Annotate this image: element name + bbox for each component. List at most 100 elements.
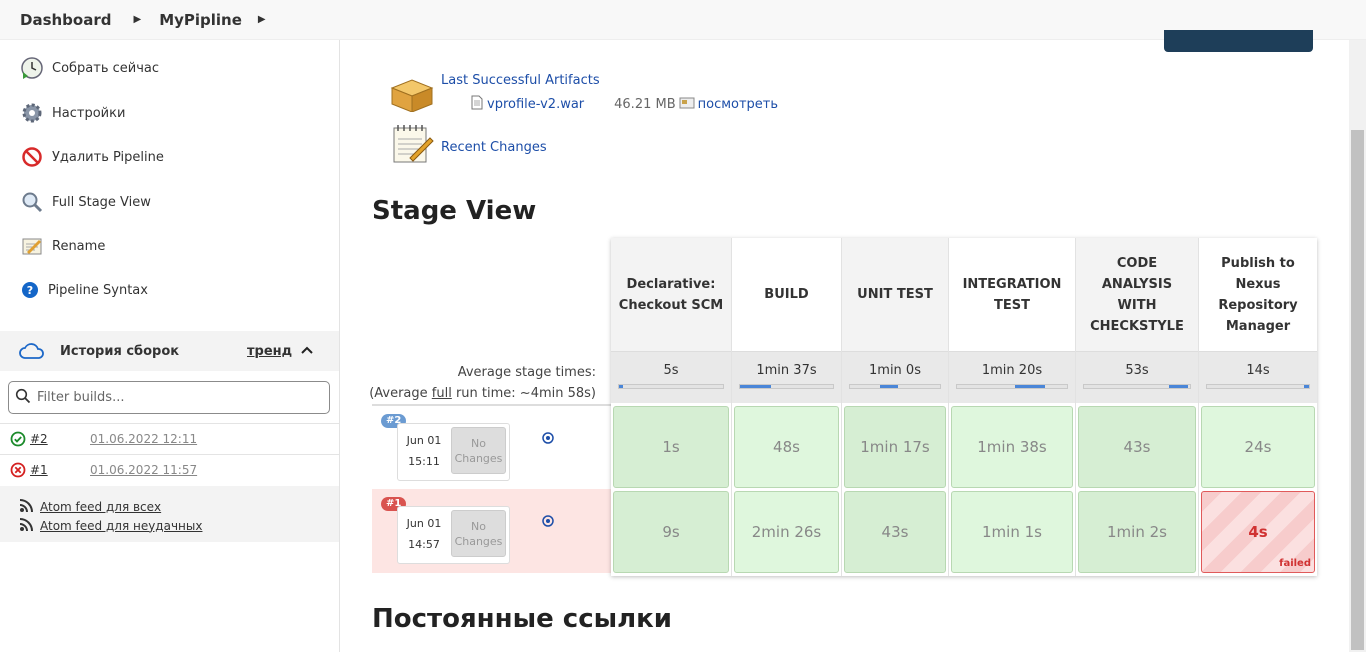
stage-cell[interactable]: 2min 26s <box>734 491 839 573</box>
filter-builds-input[interactable] <box>37 390 317 405</box>
build-number-link[interactable]: #1 <box>30 463 48 477</box>
recent-changes[interactable]: Recent Changes <box>390 123 547 171</box>
stage-average: 53s <box>1076 351 1198 403</box>
full-run-link[interactable]: full <box>432 386 452 401</box>
breadcrumb-dashboard[interactable]: Dashboard <box>20 11 111 29</box>
file-icon <box>471 95 483 114</box>
no-changes-badge: No Changes <box>451 510 506 557</box>
stage-duration: 1min 1s <box>982 523 1042 541</box>
atom-feed-failed[interactable]: Atom feed для неудачных <box>18 515 202 536</box>
notepad-icon <box>20 234 44 258</box>
filter-builds-field[interactable] <box>8 381 330 414</box>
info-circle-icon[interactable] <box>542 515 554 531</box>
stage-duration: 24s <box>1244 438 1272 456</box>
atom-feed-all[interactable]: Atom feed для всех <box>18 496 161 517</box>
sidebar-item-full-stage-view[interactable]: Full Stage View <box>20 190 151 214</box>
build-history-header: История сборок тренд <box>0 331 339 371</box>
stage-average-bar-fill <box>1303 385 1309 388</box>
breadcrumb: Dashboard ▶ MyPipline ▶ <box>0 0 1366 40</box>
sidebar-item-label: Full Stage View <box>52 194 151 210</box>
stage-cell[interactable]: 9s <box>613 491 729 573</box>
build-history-title: История сборок <box>60 343 180 359</box>
stage-duration: 1min 2s <box>1107 523 1167 541</box>
stage-cell[interactable]: 48s <box>734 406 839 488</box>
stage-average: 5s <box>611 351 731 403</box>
permalinks-title: Постоянные ссылки <box>372 604 673 634</box>
stage-average-bar <box>739 384 834 389</box>
stage-header: CODE ANALYSIS WITH CHECKSTYLE <box>1076 238 1198 351</box>
sidebar: Собрать сейчас Настройки Удалить Pipelin… <box>0 40 340 652</box>
last-successful-artifacts-link[interactable]: Last Successful Artifacts <box>441 73 600 88</box>
stage-header: UNIT TEST <box>842 238 948 351</box>
avg-run-label: (Average full run time: ~4min 58s) <box>369 386 596 401</box>
scrollbar[interactable] <box>1349 40 1366 652</box>
sidebar-item-rename[interactable]: Rename <box>20 234 105 258</box>
run-time: 14:57 <box>408 538 440 551</box>
run-summary: Jun 01 15:11 No Changes <box>397 423 510 481</box>
add-description-button[interactable] <box>1164 30 1313 52</box>
chevron-right-icon[interactable]: ▶ <box>133 14 141 25</box>
recent-changes-link[interactable]: Recent Changes <box>441 140 547 155</box>
package-box-icon <box>388 74 436 116</box>
stage-duration: 48s <box>773 438 800 456</box>
stage-duration: 1min 17s <box>860 438 930 456</box>
stage-cell[interactable]: 1min 17s <box>844 406 946 488</box>
stage-average-bar-fill <box>740 385 771 388</box>
sidebar-item-label: Rename <box>52 238 106 254</box>
build-date-link[interactable]: 01.06.2022 11:57 <box>90 463 197 477</box>
stage-cell[interactable]: 24s <box>1201 406 1315 488</box>
run-date: Jun 01 <box>406 434 442 447</box>
artifact-file-link[interactable]: vprofile-v2.war <box>487 97 584 112</box>
stage-average-bar <box>849 384 941 389</box>
stage-duration: 4s <box>1248 523 1268 541</box>
sidebar-item-build-now[interactable]: Собрать сейчас <box>20 56 159 80</box>
clock-play-icon <box>20 56 44 80</box>
view-icon <box>679 97 695 113</box>
sidebar-item-settings[interactable]: Настройки <box>20 101 125 125</box>
artifact-row: vprofile-v2.war 46.21 MB посмотреть <box>471 95 778 114</box>
scrollbar-thumb[interactable] <box>1351 130 1364 650</box>
build-row-2[interactable]: #2 01.06.2022 12:11 <box>0 423 339 453</box>
stage-average-bar-fill <box>879 385 898 388</box>
chevron-up-icon[interactable] <box>300 344 314 360</box>
sidebar-item-label: Настройки <box>52 105 126 121</box>
stage-cell[interactable]: 43s <box>844 491 946 573</box>
magnifier-icon <box>20 190 44 214</box>
stage-cell[interactable]: 43s <box>1078 406 1196 488</box>
failed-label: failed <box>1279 558 1311 569</box>
trend-link[interactable]: тренд <box>247 344 292 359</box>
artifact-view-link[interactable]: посмотреть <box>698 97 778 112</box>
atom-feeds: Atom feed для всех Atom feed для неудачн… <box>0 486 339 542</box>
build-row-1[interactable]: #1 01.06.2022 11:57 <box>0 454 339 484</box>
stage-average-time: 1min 37s <box>756 363 817 378</box>
breadcrumb-pipeline[interactable]: MyPipline <box>159 11 242 29</box>
run-summary: Jun 01 14:57 No Changes <box>397 506 510 564</box>
gear-icon <box>20 101 44 125</box>
rss-icon <box>18 515 36 536</box>
sidebar-item-pipeline-syntax[interactable]: ? Pipeline Syntax <box>20 278 148 302</box>
stage-average-time: 5s <box>663 363 679 378</box>
chevron-right-icon[interactable]: ▶ <box>258 14 266 25</box>
stage-header: INTEGRATION TEST <box>949 238 1075 351</box>
build-number-link[interactable]: #2 <box>30 432 48 446</box>
svg-text:?: ? <box>27 284 33 297</box>
stage-header: Publish to Nexus Repository Manager <box>1199 238 1317 351</box>
build-date-link[interactable]: 01.06.2022 12:11 <box>90 432 197 446</box>
stage-average: 1min 37s <box>732 351 841 403</box>
stage-header: BUILD <box>732 238 841 351</box>
stage-cell-failed[interactable]: 4s failed <box>1201 491 1315 573</box>
notepad-icon <box>390 123 435 171</box>
stage-duration: 1min 38s <box>977 438 1047 456</box>
stage-cell[interactable]: 1min 38s <box>951 406 1073 488</box>
stage-cell[interactable]: 1s <box>613 406 729 488</box>
sidebar-item-delete[interactable]: Удалить Pipeline <box>20 145 164 169</box>
info-circle-icon[interactable] <box>542 432 554 448</box>
run-date: Jun 01 <box>406 517 442 530</box>
stage-column: Declarative: Checkout SCM 5s 1s 9s <box>611 238 731 576</box>
stage-average-bar <box>1083 384 1191 389</box>
stage-average-bar-fill <box>619 385 624 388</box>
stage-cell[interactable]: 1min 1s <box>951 491 1073 573</box>
stage-duration: 43s <box>1123 438 1151 456</box>
stage-cell[interactable]: 1min 2s <box>1078 491 1196 573</box>
stage-header: Declarative: Checkout SCM <box>611 238 731 351</box>
